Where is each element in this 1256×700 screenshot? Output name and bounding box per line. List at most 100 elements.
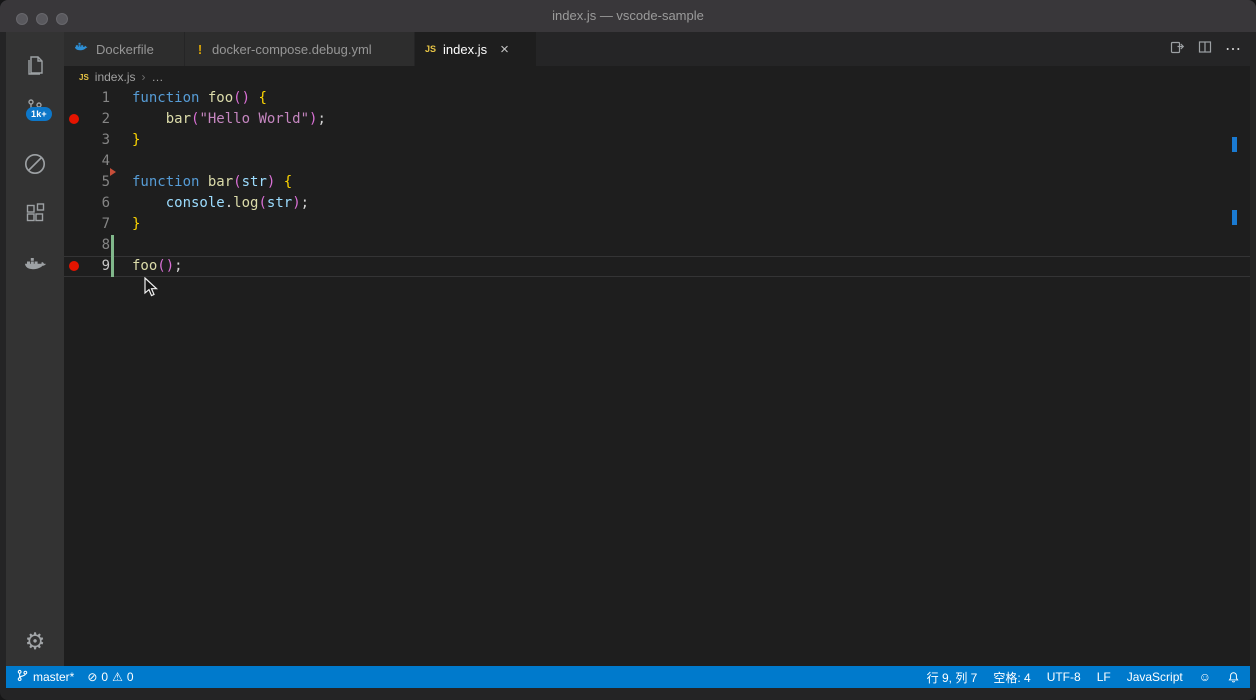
branch-indicator[interactable]: master* [16,669,74,685]
docker-whale-icon [22,252,48,276]
feedback-smiley-icon[interactable]: ☺ [1199,671,1211,683]
git-gutter [110,214,132,235]
code-line[interactable]: 8 [64,235,1250,256]
breadcrumb: JS index.js › … [64,66,1250,88]
activity-item-circle-slash[interactable] [6,144,64,184]
code-line[interactable]: 1 function foo() { [64,88,1250,109]
code-line[interactable]: 6 console.log(str); [64,193,1250,214]
git-gutter [110,88,132,109]
vscode-window: index.js — vscode-sample 1k+ ⚙ Dockerfil… [0,0,1256,700]
breakpoint-gutter[interactable] [64,235,86,256]
code-token: ( [258,195,267,211]
git-deleted-marker [110,168,116,176]
cursor-position[interactable]: 行 9, 列 7 [927,669,978,686]
line-number: 3 [101,132,110,148]
status-bar: master* ⊘ 0 ⚠ 0 行 9, 列 7 空格: 4 UTF-8 LF … [6,666,1250,688]
git-gutter [110,256,132,277]
code-token: ) [292,195,301,211]
activity-item-docker[interactable] [6,244,64,284]
activity-item-extensions[interactable] [6,193,64,233]
tab-label: Dockerfile [96,41,154,57]
code-line[interactable]: 5 function bar(str) { [64,168,1250,193]
circle-slash-icon [22,151,48,177]
tab-dockerfile[interactable]: Dockerfile [64,32,185,66]
code-token: function [132,174,208,190]
code-token: str [266,195,293,211]
title-bar: index.js — vscode-sample [0,0,1256,32]
breakpoint-gutter[interactable] [64,109,86,130]
breakpoint-gutter[interactable] [64,256,86,277]
breakpoint-gutter[interactable] [64,130,86,151]
tab-label: index.js [443,41,488,57]
code-token: log [233,195,259,211]
code-token: bar [207,174,234,190]
editor-actions: ⋯ [1169,32,1242,66]
code-token: str [241,174,267,190]
breadcrumb-file[interactable]: index.js [95,70,136,84]
breakpoint-gutter[interactable] [64,214,86,235]
code-token: () [233,90,251,106]
settings-gear-icon: ⚙ [24,627,46,654]
editor-content: 1 function foo() {2 bar("Hello World"); 3}… [64,88,1250,277]
code-text: bar("Hello World"); [132,109,326,130]
breakpoint-gutter[interactable] [64,172,86,193]
code-token: { [258,90,267,106]
breakpoint-gutter[interactable] [64,88,86,109]
split-editor-button[interactable] [1197,39,1213,60]
extensions-icon [23,201,47,225]
git-gutter [110,235,132,256]
line-number: 5 [101,174,110,190]
line-number: 6 [101,195,110,211]
encoding-indicator[interactable]: UTF-8 [1047,670,1081,684]
tab-docker-compose-debug-yml[interactable]: ! docker-compose.debug.yml [185,32,415,66]
code-token: ; [300,195,310,211]
indentation-indicator[interactable]: 空格: 4 [993,669,1030,686]
overview-ruler-mark [1232,137,1237,152]
overview-ruler-mark [1232,210,1237,225]
more-actions-button[interactable]: ⋯ [1225,39,1242,59]
problems-indicator[interactable]: ⊘ 0 ⚠ 0 [87,670,133,684]
git-gutter [110,168,132,193]
eol-indicator[interactable]: LF [1097,670,1111,684]
git-gutter [110,130,132,151]
warning-count: 0 [126,670,134,684]
mouse-cursor [144,277,159,297]
error-count: 0 [101,670,109,684]
js-file-icon: JS [79,72,89,82]
code-line[interactable]: 3} [64,130,1250,151]
breakpoint-dot[interactable] [69,261,79,271]
breadcrumb-symbol[interactable]: … [151,70,163,84]
code-line[interactable]: 9 foo(); [64,256,1250,277]
line-number: 1 [101,90,110,106]
code-token: . [224,195,234,211]
docker-whale-icon [74,40,89,58]
git-added-marker [111,235,114,256]
language-indicator[interactable]: JavaScript [1127,670,1183,684]
warning-icon: ⚠ [112,670,123,684]
activity-item-settings[interactable]: ⚙ [6,621,64,661]
code-line[interactable]: 2 bar("Hello World"); [64,109,1250,130]
breakpoint-dot[interactable] [69,114,79,124]
code-line[interactable]: 7} [64,214,1250,235]
open-changes-button[interactable] [1169,39,1185,60]
activity-item-explorer[interactable] [6,45,64,85]
breakpoint-gutter[interactable] [64,151,86,172]
tab-index-js[interactable]: JS index.js × [415,32,537,66]
code-text: function bar(str) { [132,172,292,193]
git-gutter [110,109,132,130]
code-text: function foo() { [132,88,267,109]
code-token: ; [174,258,183,274]
editor[interactable]: 1 function foo() {2 bar("Hello World"); 3}… [64,88,1250,666]
code-line[interactable]: 4 [64,151,1250,172]
close-tab-icon[interactable]: × [500,42,509,57]
git-added-marker [111,256,114,277]
notifications-bell-icon[interactable] [1227,671,1240,684]
code-token: function [132,90,208,106]
window-title: index.js — vscode-sample [552,8,704,23]
code-token: } [132,132,141,148]
breakpoint-gutter[interactable] [64,193,86,214]
code-token: ( [233,174,242,190]
